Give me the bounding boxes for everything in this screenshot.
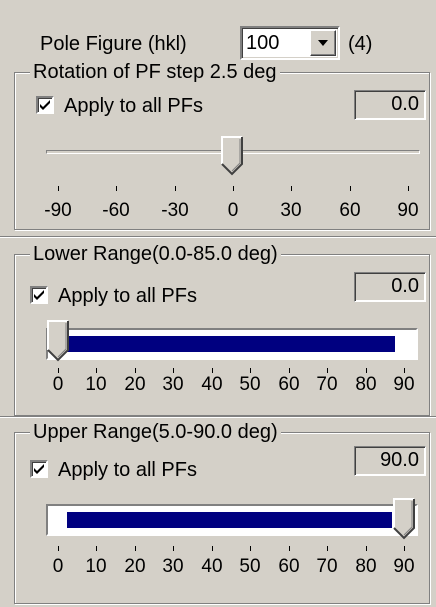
upper-range-slider-track[interactable] [46, 504, 418, 536]
check-icon [34, 290, 44, 300]
lower_range-tick [289, 368, 290, 373]
upper-range-title: Upper Range(5.0-90.0 deg) [30, 420, 281, 444]
rotation-tick [291, 186, 292, 191]
upper-range-selection-bar [67, 512, 392, 528]
upper_range-tick [289, 546, 290, 551]
upper_range-tick [58, 546, 59, 551]
upper_range-tick [173, 546, 174, 551]
rotation-tick [58, 186, 59, 191]
rotation-tick [408, 186, 409, 191]
lower-range-apply-label: Apply to all PFs [58, 285, 197, 307]
separator [0, 416, 436, 418]
lower_range-tick-label: 90 [393, 374, 415, 395]
check-icon [34, 464, 44, 474]
lower_range-tick [58, 368, 59, 373]
rotation-slider-thumb[interactable] [221, 136, 243, 176]
lower-range-slider-thumb[interactable] [47, 320, 69, 362]
pole-figure-count: (4) [348, 33, 373, 55]
chevron-down-icon [318, 40, 328, 46]
lower-range-value-readout: 0.0 [354, 272, 426, 302]
lower_range-tick [404, 368, 405, 373]
lower-range-title: Lower Range(0.0-85.0 deg) [30, 242, 281, 266]
rotation-tick-label: -90 [44, 200, 72, 221]
lower_range-tick [250, 368, 251, 373]
rotation-apply-label: Apply to all PFs [64, 95, 203, 117]
upper-range-apply-label: Apply to all PFs [58, 459, 197, 481]
rotation-tick-label: -60 [102, 200, 130, 221]
lower-range-apply-checkbox[interactable] [30, 286, 48, 304]
lower-range-slider-track[interactable] [46, 328, 418, 360]
rotation-apply-checkbox[interactable] [36, 96, 54, 114]
rotation-tick-label: 0 [227, 200, 239, 221]
rotation-tick-label: 60 [339, 200, 361, 221]
upper_range-tick [212, 546, 213, 551]
upper-range-slider-thumb[interactable] [393, 498, 415, 540]
pole-figure-dropdown-button[interactable] [310, 30, 336, 56]
pole-figure-select[interactable]: 100 [240, 26, 340, 60]
check-icon [40, 100, 50, 110]
upper-range-apply-checkbox[interactable] [30, 460, 48, 478]
upper_range-tick-label: 90 [393, 556, 415, 577]
rotation-tick [233, 186, 234, 191]
separator [0, 236, 436, 238]
upper_range-tick [96, 546, 97, 551]
lower_range-tick [366, 368, 367, 373]
rotation-tick [116, 186, 117, 191]
rotation-tick-label: 90 [397, 200, 419, 221]
upper-range-value-readout: 90.0 [354, 446, 426, 476]
rotation-tick [350, 186, 351, 191]
lower_range-tick [173, 368, 174, 373]
rotation-value-readout: 0.0 [354, 90, 426, 120]
rotation-title: Rotation of PF step 2.5 deg [30, 60, 280, 84]
lower_range-tick [135, 368, 136, 373]
rotation-tick-label: -30 [161, 200, 189, 221]
upper_range-tick [366, 546, 367, 551]
upper_range-tick [327, 546, 328, 551]
rotation-tick [175, 186, 176, 191]
lower-range-selection-bar [66, 336, 395, 352]
rotation-tick-label: 30 [280, 200, 302, 221]
upper_range-tick [404, 546, 405, 551]
upper_range-tick [135, 546, 136, 551]
pole-figure-label: Pole Figure (hkl) [40, 33, 187, 55]
lower_range-tick [212, 368, 213, 373]
lower_range-tick [96, 368, 97, 373]
lower_range-tick [327, 368, 328, 373]
upper_range-tick [250, 546, 251, 551]
pole-figure-selected-value: 100 [246, 32, 280, 54]
